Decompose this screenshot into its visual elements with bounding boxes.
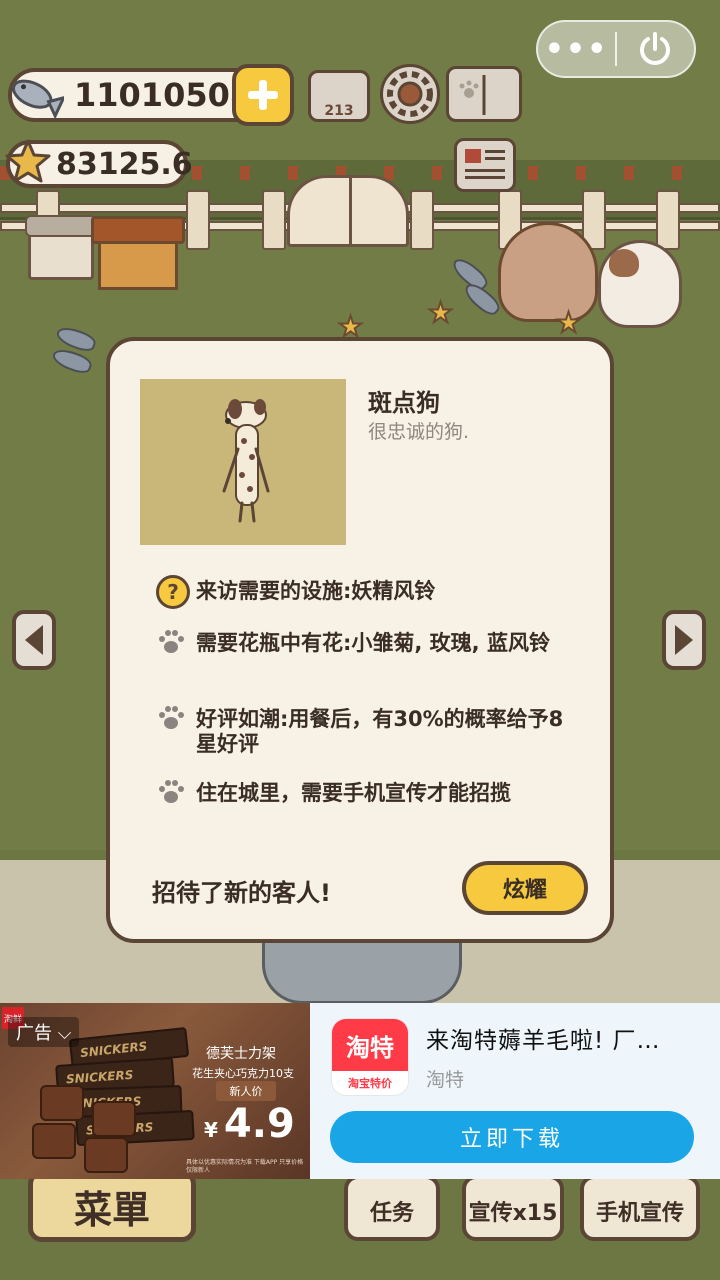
ad-headline: 来淘特薅羊毛啦! 厂… [426, 1028, 661, 1054]
price-value: 4.9 [223, 1101, 295, 1147]
tasks-button[interactable]: 任务 [344, 1175, 440, 1241]
requirement-item: 需要花瓶中有花:小雏菊, 玫瑰, 蓝风铃 [156, 627, 576, 663]
ad-product-subtitle: 花生夹心巧克力10支 [192, 1067, 294, 1080]
new-guest-message: 招待了新的客人! [152, 879, 331, 907]
guestbook-icon[interactable] [446, 66, 522, 122]
ad-label[interactable]: 广告 ⌵ [8, 1017, 80, 1047]
shop-building[interactable] [25, 215, 97, 280]
guest-portrait [140, 379, 346, 545]
more-options-icon[interactable]: ••• [538, 22, 615, 76]
close-miniprogram-button[interactable] [617, 22, 694, 76]
plus-icon [248, 80, 278, 110]
birdhouse [91, 216, 185, 290]
fence-post [262, 190, 286, 250]
fence-post [186, 190, 210, 250]
requirement-text: 住在城里，需要手机宣传才能招揽 [196, 781, 511, 805]
ad-price: ¥ 4.9 [204, 1101, 295, 1147]
power-icon [640, 32, 671, 65]
app-logo-text: 淘特 [332, 1019, 408, 1071]
app-logo-subtext: 淘宝特价 [332, 1071, 408, 1095]
fish-icon [11, 79, 64, 120]
taote-app-logo: 淘特 淘宝特价 [332, 1019, 408, 1095]
chocolate-piece [32, 1123, 76, 1159]
new-user-price-label: 新人价 [216, 1081, 276, 1101]
ad-banner[interactable]: 淘鲜 SNICKERS SNICKERS SNICKERS SNICKERS 广… [0, 1003, 720, 1179]
star-icon [5, 139, 51, 183]
requirement-item: ? 来访需要的设施:妖精风铃 [156, 575, 576, 611]
guest-description: 很忠诚的狗. [368, 421, 470, 443]
ad-fine-print: 具体以优惠实际情况为准 下载APP 只享价格 仅限新人 [186, 1159, 304, 1174]
rank-digits: 213 [324, 103, 354, 119]
ranking-icon[interactable]: 213 [308, 70, 370, 122]
paw-icon [159, 706, 184, 729]
newspaper-icon[interactable] [454, 138, 516, 192]
chocolate-piece [40, 1085, 84, 1121]
ad-app-info[interactable]: 淘特 淘宝特价 来淘特薅羊毛啦! 厂… 淘特 立即下载 [310, 1003, 720, 1179]
book-icon [459, 75, 486, 115]
add-fish-button[interactable] [232, 64, 294, 126]
dalmatian-illustration [222, 399, 270, 523]
requirement-item: 住在城里，需要手机宣传才能招揽 [156, 777, 576, 813]
phone-promote-button[interactable]: 手机宣传 [580, 1175, 700, 1241]
ad-brand-name: 淘特 [426, 1069, 465, 1091]
star-count: 83125.6 [56, 146, 193, 182]
guest-info-card: 斑点狗 很忠诚的狗. ? 来访需要的设施:妖精风铃 需要花瓶中有花:小雏菊, 玫… [106, 337, 614, 943]
previous-arrow-button[interactable] [12, 610, 56, 670]
question-icon: ? [156, 575, 190, 609]
requirement-text: 好评如潮:用餐后，有30%的概率给予8星好评 [196, 707, 564, 756]
fence-post [656, 190, 680, 250]
promote-button[interactable]: 宣传x15 [462, 1175, 564, 1241]
chevron-down-icon: ⌵ [57, 1023, 72, 1044]
paw-icon [159, 780, 184, 803]
next-arrow-button[interactable] [662, 610, 706, 670]
requirement-text: 需要花瓶中有花:小雏菊, 玫瑰, 蓝风铃 [196, 631, 550, 655]
star-decoration: ★ [555, 305, 582, 340]
settings-gear-icon [387, 71, 433, 117]
menu-button[interactable]: 菜單 [28, 1170, 196, 1242]
fence-post [410, 190, 434, 250]
requirement-text: 来访需要的设施:妖精风铃 [196, 579, 436, 603]
miniprogram-capsule: ••• [536, 20, 696, 78]
show-off-button[interactable]: 炫耀 [462, 861, 588, 915]
cat-bed [498, 222, 598, 322]
cat-character[interactable] [598, 240, 682, 328]
ad-product-title: 德芙士力架 [206, 1046, 276, 1062]
paw-icon [159, 630, 184, 653]
chocolate-piece [92, 1101, 136, 1137]
newspaper-lines-icon [465, 149, 505, 179]
ad-label-text: 广告 [16, 1023, 52, 1044]
requirement-item: 好评如潮:用餐后，有30%的概率给予8星好评 [156, 703, 576, 757]
ad-product-image[interactable]: 淘鲜 SNICKERS SNICKERS SNICKERS SNICKERS 广… [0, 1003, 310, 1179]
garden-gate [287, 175, 409, 247]
gear-icon[interactable] [380, 64, 440, 124]
chevron-left-icon [25, 625, 43, 655]
star-decoration: ★ [427, 295, 454, 330]
stone-well [262, 940, 462, 1004]
chevron-right-icon [675, 625, 693, 655]
fish-count: 11010508 [74, 76, 253, 114]
chocolate-piece [84, 1137, 128, 1173]
guest-name: 斑点狗 [368, 389, 440, 417]
currency-symbol: ¥ [204, 1118, 218, 1142]
download-now-button[interactable]: 立即下载 [330, 1111, 694, 1163]
